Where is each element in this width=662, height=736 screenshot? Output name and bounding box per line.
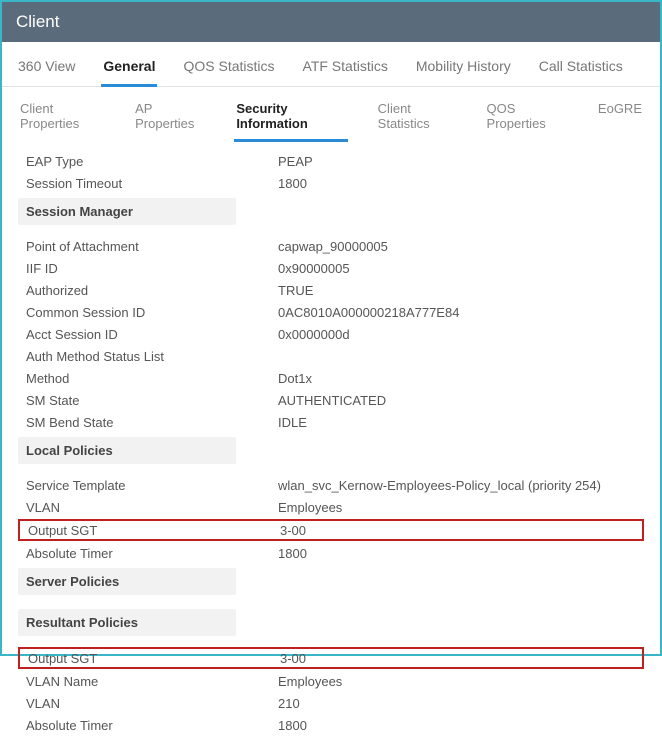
row-eap-type: EAP Type PEAP: [18, 150, 644, 172]
value-rp-vlan: 210: [278, 696, 644, 711]
row-auth-method-status: Auth Method Status List: [18, 345, 644, 367]
row-common-session-id: Common Session ID 0AC8010A000000218A777E…: [18, 301, 644, 323]
value-lp-absolute-timer: 1800: [278, 546, 644, 561]
value-eap-type: PEAP: [278, 154, 644, 169]
tab-atf-statistics[interactable]: ATF Statistics: [301, 52, 390, 86]
label-method: Method: [18, 371, 278, 386]
row-authorized: Authorized TRUE: [18, 279, 644, 301]
row-session-timeout: Session Timeout 1800: [18, 172, 644, 194]
tab-general[interactable]: General: [101, 52, 157, 87]
label-rp-output-sgt: Output SGT: [20, 651, 280, 666]
row-rp-vlan: VLAN 210: [18, 692, 644, 714]
subtab-security-information[interactable]: Security Information: [234, 97, 347, 142]
label-rp-vlan: VLAN: [18, 696, 278, 711]
label-eap-type: EAP Type: [18, 154, 278, 169]
section-server-policies: Server Policies: [18, 568, 236, 595]
content-area: EAP Type PEAP Session Timeout 1800 Sessi…: [2, 142, 660, 736]
value-authorized: TRUE: [278, 283, 644, 298]
subtab-client-statistics[interactable]: Client Statistics: [376, 97, 457, 142]
row-rp-absolute-timer: Absolute Timer 1800: [18, 714, 644, 736]
row-iif-id: IIF ID 0x90000005: [18, 257, 644, 279]
value-session-timeout: 1800: [278, 176, 644, 191]
value-lp-vlan: Employees: [278, 500, 644, 515]
label-rp-absolute-timer: Absolute Timer: [18, 718, 278, 733]
subtab-eogre[interactable]: EoGRE: [596, 97, 644, 142]
section-resultant-policies: Resultant Policies: [18, 609, 236, 636]
subtab-qos-properties[interactable]: QOS Properties: [485, 97, 568, 142]
tab-360-view[interactable]: 360 View: [16, 52, 77, 86]
row-rp-vlan-name: VLAN Name Employees: [18, 670, 644, 692]
value-iif-id: 0x90000005: [278, 261, 644, 276]
value-rp-vlan-name: Employees: [278, 674, 644, 689]
row-sm-bend-state: SM Bend State IDLE: [18, 411, 644, 433]
label-sm-bend-state: SM Bend State: [18, 415, 278, 430]
row-method: Method Dot1x: [18, 367, 644, 389]
row-lp-vlan: VLAN Employees: [18, 496, 644, 518]
value-lp-output-sgt: 3-00: [280, 523, 642, 538]
value-service-template: wlan_svc_Kernow-Employees-Policy_local (…: [278, 478, 644, 493]
subtab-ap-properties[interactable]: AP Properties: [133, 97, 206, 142]
section-local-policies: Local Policies: [18, 437, 236, 464]
label-sm-state: SM State: [18, 393, 278, 408]
tab-mobility-history[interactable]: Mobility History: [414, 52, 513, 86]
value-method: Dot1x: [278, 371, 644, 386]
window-title: Client: [2, 2, 660, 42]
primary-tabs: 360 View General QOS Statistics ATF Stat…: [2, 42, 660, 87]
value-sm-state: AUTHENTICATED: [278, 393, 644, 408]
label-lp-vlan: VLAN: [18, 500, 278, 515]
row-rp-output-sgt: Output SGT 3-00: [18, 647, 644, 669]
label-lp-absolute-timer: Absolute Timer: [18, 546, 278, 561]
label-auth-method-status: Auth Method Status List: [18, 349, 278, 364]
row-lp-output-sgt: Output SGT 3-00: [18, 519, 644, 541]
label-authorized: Authorized: [18, 283, 278, 298]
row-service-template: Service Template wlan_svc_Kernow-Employe…: [18, 474, 644, 496]
value-acct-session-id: 0x0000000d: [278, 327, 644, 342]
tab-call-statistics[interactable]: Call Statistics: [537, 52, 625, 86]
value-sm-bend-state: IDLE: [278, 415, 644, 430]
label-iif-id: IIF ID: [18, 261, 278, 276]
secondary-tabs: Client Properties AP Properties Security…: [2, 87, 660, 142]
value-point-of-attachment: capwap_90000005: [278, 239, 644, 254]
row-point-of-attachment: Point of Attachment capwap_90000005: [18, 235, 644, 257]
label-point-of-attachment: Point of Attachment: [18, 239, 278, 254]
value-rp-absolute-timer: 1800: [278, 718, 644, 733]
label-common-session-id: Common Session ID: [18, 305, 278, 320]
subtab-client-properties[interactable]: Client Properties: [18, 97, 105, 142]
value-common-session-id: 0AC8010A000000218A777E84: [278, 305, 644, 320]
section-session-manager: Session Manager: [18, 198, 236, 225]
value-rp-output-sgt: 3-00: [280, 651, 642, 666]
label-rp-vlan-name: VLAN Name: [18, 674, 278, 689]
label-acct-session-id: Acct Session ID: [18, 327, 278, 342]
label-lp-output-sgt: Output SGT: [20, 523, 280, 538]
row-lp-absolute-timer: Absolute Timer 1800: [18, 542, 644, 564]
label-session-timeout: Session Timeout: [18, 176, 278, 191]
row-sm-state: SM State AUTHENTICATED: [18, 389, 644, 411]
tab-qos-statistics[interactable]: QOS Statistics: [181, 52, 276, 86]
label-service-template: Service Template: [18, 478, 278, 493]
row-acct-session-id: Acct Session ID 0x0000000d: [18, 323, 644, 345]
